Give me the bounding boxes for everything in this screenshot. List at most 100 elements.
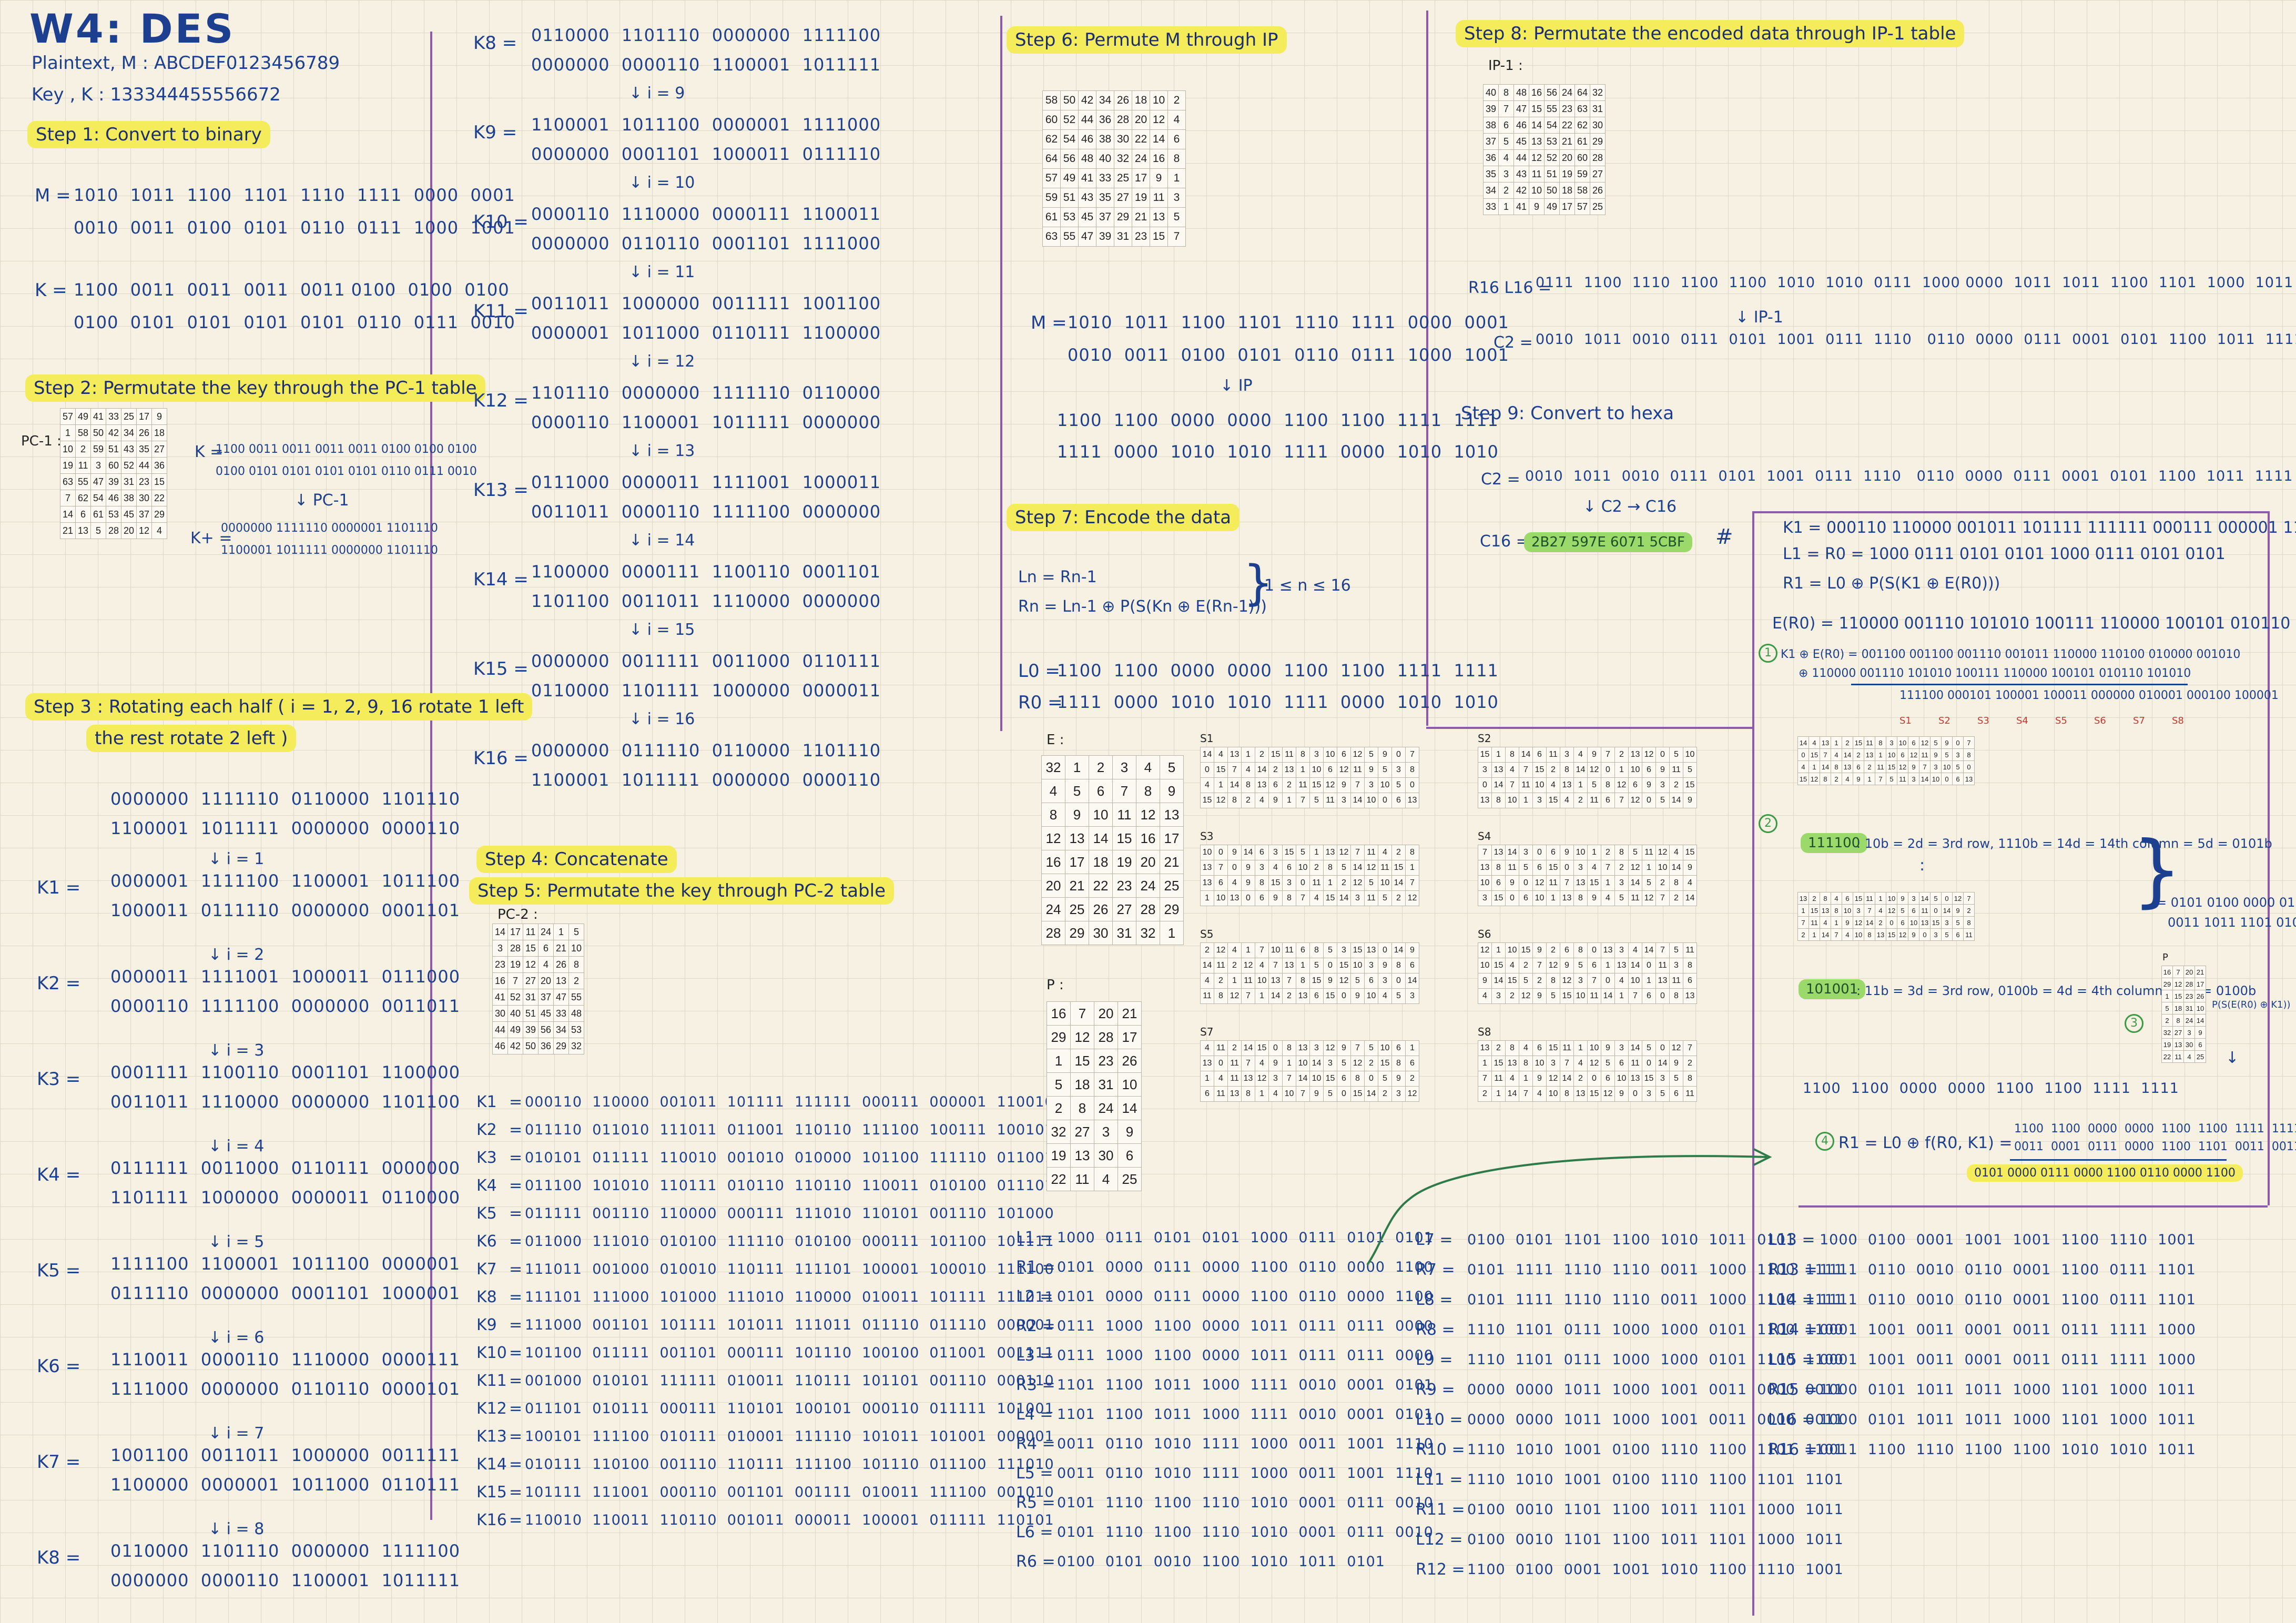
table-cell: 5 (1337, 1056, 1351, 1071)
table-cell: 11 (1560, 1040, 1574, 1056)
step4-circle: 4 (1815, 1132, 1834, 1151)
table-cell: 15 (1323, 1071, 1337, 1087)
table-cell: 8 (568, 956, 584, 973)
table-cell: 9 (1241, 860, 1255, 876)
table-cell: 24 (1132, 149, 1150, 169)
table-cell: 15 (1268, 747, 1283, 763)
table-cell: 5 (1065, 779, 1089, 803)
table-cell: 11 (1309, 875, 1324, 891)
subkey-label: K8 (476, 1288, 497, 1306)
sbox-label: S4 (1478, 830, 1491, 843)
lr-value: 0011 0110 1010 1111 1000 0011 1001 1110 (1057, 1436, 1434, 1452)
table-cell: 12 (1478, 942, 1492, 958)
table-cell: 19 (1112, 850, 1136, 874)
table-cell: 1 (1214, 777, 1228, 793)
table-cell: 45 (1078, 207, 1096, 227)
table-cell: 0 (1560, 860, 1574, 876)
lr-label: L12 = (1416, 1530, 1463, 1549)
table-cell: 10 (1842, 904, 1853, 917)
table-cell: 0 (1587, 942, 1601, 958)
round-key-line2: 0000000 0000110 1100001 1011111 (110, 1570, 461, 1590)
table-cell: 2 (1614, 747, 1629, 763)
table-row: 1 15 13 8 10 3 7 4 12 5 6 11 0 14 9 2 (1797, 904, 1975, 917)
detail-step2-marker: 2 (1759, 814, 1777, 833)
lr-value: 1101 1100 1011 1000 1111 0010 0001 0101 (1057, 1377, 1434, 1393)
lr-label: L3 = (1016, 1346, 1053, 1365)
table-cell: 21 (1559, 133, 1575, 150)
subkey-value: 011111 001110 110000 000111 111010 11010… (525, 1205, 1054, 1222)
table-cell: 6 (1200, 1086, 1214, 1102)
table-cell: 7 (1241, 988, 1255, 1004)
lr-label: R12 = (1416, 1560, 1465, 1579)
table-cell: 41 (1078, 168, 1096, 188)
table-cell: 5 (1952, 760, 1964, 773)
table-cell: 3 (1519, 845, 1533, 860)
table-cell: 12 (1546, 1071, 1560, 1087)
table-cell: 37 (136, 506, 152, 523)
table-row: 22 11 4 25 (1047, 1167, 1142, 1191)
table-cell: 7 (1478, 1071, 1492, 1087)
table-cell: 46 (492, 1038, 508, 1054)
table-cell: 15 (1853, 736, 1864, 749)
table-cell: 2 (1864, 760, 1875, 773)
table-cell: 6 (1842, 892, 1853, 905)
table-cell: 9 (1117, 1120, 1142, 1144)
table-cell: 8 (1546, 973, 1560, 989)
table-cell: 5 (1930, 892, 1942, 905)
table-cell: 28 (1114, 110, 1132, 130)
table-cell: 6 (1560, 942, 1574, 958)
table-cell: 13 (1200, 860, 1214, 876)
lr-label: R5 = (1016, 1494, 1055, 1512)
table-cell: 4 (1498, 149, 1514, 166)
table-cell: 3 (1282, 875, 1296, 891)
table-cell: 8 (1491, 860, 1506, 876)
table-cell: 1 (1573, 777, 1588, 793)
table-cell: 33 (106, 408, 121, 425)
table-cell: 11 (1669, 973, 1683, 989)
table-cell: 11 (1491, 1071, 1506, 1087)
table-cell: 28 (106, 522, 121, 539)
table-cell: 14 (1864, 916, 1875, 929)
table-cell: 15 (1546, 793, 1560, 808)
table-cell: 5 (1296, 845, 1310, 860)
table-cell: 5 (1047, 1072, 1071, 1097)
table-cell: 3 (1167, 188, 1186, 208)
table-cell: 13 (1241, 1071, 1255, 1087)
table-cell: 11 (1546, 875, 1560, 891)
table-cell: 14 (1150, 129, 1168, 149)
table-cell: 13 (1491, 762, 1506, 778)
table-cell: 53 (1544, 133, 1560, 150)
table-row: 63 55 47 39 31 23 15 (60, 473, 167, 490)
subkey-value: 011101 010111 000111 110101 100101 00011… (525, 1401, 1054, 1417)
lr-value: 0100 0010 1101 1100 1011 1101 1000 1011 (1467, 1531, 1844, 1548)
table-cell: 4 (1587, 860, 1601, 876)
table-cell: 7 (2172, 966, 2184, 978)
round-key-line1: 0110000 1101110 0000000 1111100 (110, 1541, 461, 1561)
table-cell: 9 (1405, 942, 1419, 958)
table-cell: 6 (1601, 793, 1615, 808)
table-cell: 14 (1268, 988, 1283, 1004)
table-cell: 13 (553, 972, 569, 989)
table-cell: 15 (1112, 826, 1136, 850)
table-cell: 47 (1513, 100, 1529, 117)
table-cell: 7 (1167, 227, 1186, 247)
table-row: 64 56 48 40 32 24 16 8 (1042, 149, 1186, 169)
table-cell: 3 (1255, 860, 1269, 876)
table-cell: 9 (1683, 860, 1697, 876)
table-cell: 12 (1337, 762, 1351, 778)
table-cell: 1 (1491, 942, 1506, 958)
table-cell: 54 (1544, 117, 1560, 134)
table-cell: 5 (1546, 988, 1560, 1004)
table-cell: 0 (1378, 793, 1392, 808)
table-cell: 11 (1241, 973, 1255, 989)
table-cell: 27 (151, 441, 167, 458)
table-row: 46 42 50 36 29 32 (492, 1038, 584, 1054)
table-row: 4 3 2 12 9 5 15 10 11 14 1 7 6 0 8 13 (1478, 988, 1697, 1004)
table-cell: 27 (1112, 897, 1136, 921)
table-cell: 12 (1642, 890, 1656, 906)
table-cell: 31 (1590, 100, 1606, 117)
table-cell: 11 (1628, 1056, 1642, 1071)
table-cell: 12 (1405, 890, 1419, 906)
table-row: 15 12 8 2 4 9 1 7 5 11 3 14 10 0 6 13 (1797, 773, 1975, 785)
round-arrow: ↓ i = 16 (629, 710, 695, 728)
